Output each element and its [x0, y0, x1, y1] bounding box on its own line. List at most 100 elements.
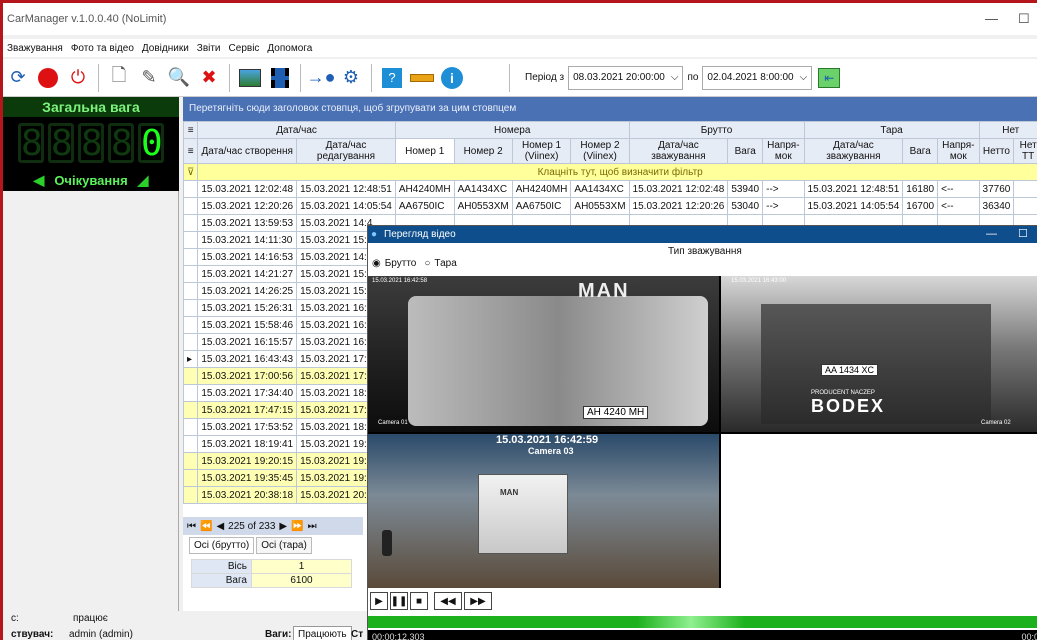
- band-datetime[interactable]: Дата/час: [197, 121, 396, 139]
- col-net-tt[interactable]: Нет ТТ: [1013, 138, 1037, 164]
- playback-progress-bar[interactable]: [368, 616, 1037, 628]
- ruler-icon[interactable]: [409, 65, 435, 91]
- table-cell: 15.03.2021 18:19:41: [197, 435, 298, 453]
- menu-directories[interactable]: Довідники: [138, 43, 193, 54]
- column-header-row: ≡ Дата/час створення Дата/час редагуванн…: [182, 138, 1037, 164]
- minimize-button[interactable]: —: [985, 11, 998, 26]
- radio-gross[interactable]: ◉: [372, 258, 381, 269]
- col-net[interactable]: Нетто: [978, 138, 1015, 164]
- filter-icon[interactable]: ⊽: [182, 163, 199, 181]
- table-row[interactable]: 15.03.2021 12:02:48 15.03.2021 12:48:51 AH…: [182, 180, 1037, 198]
- menu-help[interactable]: Допомога: [263, 43, 316, 54]
- preview-document-icon[interactable]: 🔍: [166, 65, 192, 91]
- col-tare-direction[interactable]: Напря-мок: [937, 138, 980, 164]
- filter-row[interactable]: ⊽ Клацніть тут, щоб визначити фільтр: [182, 163, 1037, 181]
- power-icon[interactable]: ⏻: [65, 65, 91, 91]
- video-window-title: Перегляд відео: [384, 229, 456, 240]
- camera-01-timestamp: 15.03.2021 16:42:58: [372, 278, 428, 284]
- filter-hint[interactable]: Клацніть тут, щоб визначити фільтр: [197, 163, 1037, 181]
- play-icon[interactable]: ▶: [370, 592, 388, 610]
- prev-record-icon[interactable]: ◀: [216, 521, 224, 532]
- col-tare-datetime[interactable]: Дата/час зважування: [803, 138, 904, 164]
- period-from-value: 08.03.2021 20:00:00: [573, 72, 665, 83]
- column-chooser-icon[interactable]: ≡: [182, 121, 199, 139]
- weight-digit: 0: [138, 123, 164, 163]
- toolbar: ⟳ ⏻ 🗋 ✎ 🔍 ✖ →● ⚙ ? i Період з 08.03.2021…: [3, 59, 1037, 97]
- camera-03-view[interactable]: MAN 15.03.2021 16:42:59 Camera 03: [368, 434, 719, 588]
- col-plate2-viinex[interactable]: Номер 2 (Viinex): [570, 138, 630, 164]
- band-net[interactable]: Нет: [978, 121, 1037, 139]
- delete-document-icon[interactable]: ✖: [196, 65, 222, 91]
- table-row[interactable]: 15.03.2021 12:20:26 15.03.2021 14:05:54 AA…: [182, 197, 1037, 215]
- row-indicator: [182, 367, 199, 385]
- axle-weight-value: 6100: [251, 573, 352, 588]
- camera-02-brand: BODEX: [811, 396, 886, 416]
- table-cell: AA1434XC: [570, 180, 630, 198]
- settings-gear-icon[interactable]: ⚙: [338, 65, 364, 91]
- new-document-icon[interactable]: 🗋: [106, 65, 132, 91]
- col-gross-datetime[interactable]: Дата/час зважування: [628, 138, 729, 164]
- table-cell: 16180: [902, 180, 939, 198]
- next-page-icon[interactable]: ⏩: [291, 521, 303, 532]
- period-from-dropdown[interactable]: 08.03.2021 20:00:00 ⌵: [568, 65, 684, 90]
- first-record-icon[interactable]: ⏮: [187, 521, 196, 532]
- camera-02-timestamp: 15.03.2021 16:43:00: [731, 278, 787, 284]
- prev-page-icon[interactable]: ⏪: [200, 521, 212, 532]
- table-cell: 15.03.2021 12:02:48: [197, 180, 298, 198]
- col-gross-weight[interactable]: Вага: [727, 138, 764, 164]
- radio-tare[interactable]: ○: [424, 258, 430, 269]
- arrow-right-down-icon: ◢: [137, 171, 149, 188]
- app-window: CarManager v.1.0.0.40 (NoLimit) — ☐ Зваж…: [0, 0, 1037, 640]
- stop-icon[interactable]: ■: [410, 592, 428, 610]
- menu-photo-video[interactable]: Фото та відео: [67, 43, 138, 54]
- camera-02-view[interactable]: 15.03.2021 16:43:00 AA 1434 XC PRODUCENT…: [721, 276, 1037, 432]
- weight-digit: 8: [18, 123, 44, 163]
- video-minimize-button[interactable]: —: [986, 226, 997, 243]
- col-plate2[interactable]: Номер 2: [453, 138, 513, 164]
- group-by-hint[interactable]: Перетягніть сюди заголовок стовпця, щоб …: [183, 97, 1037, 121]
- band-tare[interactable]: Тара: [803, 121, 980, 139]
- col-created[interactable]: Дата/час створення: [197, 138, 298, 164]
- band-plates[interactable]: Номера: [394, 121, 630, 139]
- axle-value: 1: [251, 559, 352, 574]
- col-tare-weight[interactable]: Вага: [902, 138, 939, 164]
- rewind-icon[interactable]: ◀◀: [434, 592, 462, 610]
- menu-service[interactable]: Сервіс: [225, 43, 264, 54]
- video-film-icon[interactable]: [267, 65, 293, 91]
- apply-period-icon[interactable]: ⇤: [816, 65, 842, 91]
- menu-weighing[interactable]: Зважування: [3, 43, 67, 54]
- help-icon[interactable]: ?: [379, 65, 405, 91]
- table-cell: 15.03.2021 12:48:51: [296, 180, 396, 198]
- last-record-icon[interactable]: ⏭: [308, 521, 317, 532]
- arrow-to-dot-icon[interactable]: →●: [307, 65, 336, 91]
- camera-empty-slot: [721, 434, 1037, 588]
- col-edited[interactable]: Дата/час редагування: [296, 138, 396, 164]
- info-icon[interactable]: i: [439, 65, 465, 91]
- table-cell: AA6750IC: [511, 197, 572, 215]
- table-cell: <--: [937, 197, 980, 215]
- table-cell: 15.03.2021 16:15:57: [197, 333, 298, 351]
- fast-forward-icon[interactable]: ▶▶: [464, 592, 492, 610]
- band-gross[interactable]: Брутто: [628, 121, 805, 139]
- col-plate1-viinex[interactable]: Номер 1 (Viinex): [511, 138, 572, 164]
- next-record-icon[interactable]: ▶: [279, 521, 287, 532]
- pause-icon[interactable]: ❚❚: [390, 592, 408, 610]
- playback-time: 00:00:12.303 00:0: [368, 630, 1037, 640]
- maximize-button[interactable]: ☐: [1018, 11, 1030, 27]
- record-position: 225 of 233: [228, 520, 276, 532]
- period-to-dropdown[interactable]: 02.04.2021 8:00:00 ⌵: [702, 65, 813, 90]
- image-icon[interactable]: [237, 65, 263, 91]
- row-menu-icon[interactable]: ≡: [182, 138, 199, 164]
- row-indicator: [182, 265, 199, 283]
- row-indicator: [182, 401, 199, 419]
- col-plate1[interactable]: Номер 1: [394, 138, 455, 164]
- menu-reports[interactable]: Звіти: [193, 43, 225, 54]
- col-gross-direction[interactable]: Напря-мок: [762, 138, 805, 164]
- tab-axles-tare[interactable]: Осі (тара): [256, 537, 312, 554]
- edit-document-icon[interactable]: ✎: [136, 65, 162, 91]
- refresh-icon[interactable]: ⟳: [5, 65, 31, 91]
- camera-01-view[interactable]: 15.03.2021 16:42:58 MAN AH 4240 MH Camer…: [368, 276, 719, 432]
- record-icon[interactable]: [35, 65, 61, 91]
- video-maximize-button[interactable]: ☐: [1018, 226, 1028, 243]
- tab-axles-gross[interactable]: Осі (брутто): [189, 537, 255, 554]
